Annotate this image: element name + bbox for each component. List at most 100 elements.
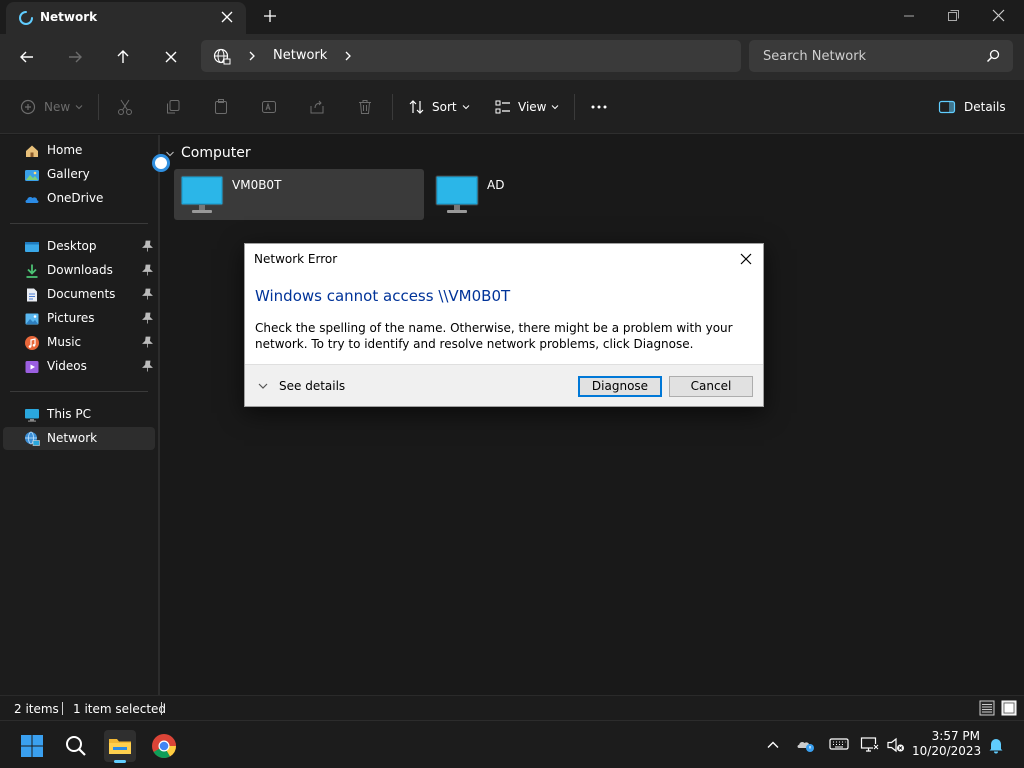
taskbar-chrome[interactable] <box>148 730 180 762</box>
sidebar-item-gallery[interactable]: Gallery <box>3 163 155 186</box>
window-close-icon[interactable] <box>988 6 1010 26</box>
sidebar-item-label: Desktop <box>47 239 97 253</box>
tab-network[interactable]: Network <box>6 2 246 34</box>
view-button[interactable]: View <box>494 96 560 118</box>
item-name: VM0B0T <box>232 178 282 192</box>
network-error-dialog: Network Error Windows cannot access \\VM… <box>244 243 764 407</box>
onedrive-sync-icon[interactable] <box>796 736 816 754</box>
search-input[interactable] <box>749 40 979 72</box>
more-icon <box>591 105 607 109</box>
tiles-view-icon[interactable] <box>1001 700 1017 716</box>
sort-button[interactable]: Sort <box>408 96 471 118</box>
search-box[interactable] <box>749 40 1013 72</box>
home-icon <box>26 145 38 157</box>
view-icon <box>495 100 510 114</box>
new-button[interactable]: New <box>20 96 84 118</box>
dialog-message: Check the spelling of the name. Otherwis… <box>255 321 733 351</box>
details-view-icon[interactable] <box>979 700 995 716</box>
notifications-bell-icon[interactable] <box>987 736 1005 754</box>
details-pane-icon <box>938 100 956 114</box>
network-computer-item[interactable]: VM0B0T <box>174 169 424 220</box>
pin-icon[interactable] <box>142 288 153 300</box>
address-bar[interactable]: Network <box>201 40 741 72</box>
up-button[interactable] <box>112 46 134 68</box>
start-button[interactable] <box>16 730 48 762</box>
sidebar-item-desktop[interactable]: Desktop <box>3 235 155 258</box>
see-details-toggle[interactable]: See details <box>257 379 345 393</box>
restore-icon[interactable] <box>942 6 964 26</box>
cut-button[interactable] <box>116 96 134 118</box>
taskbar-search-button[interactable] <box>60 730 92 762</box>
sidebar-item-network[interactable]: Network <box>3 427 155 450</box>
divider <box>62 702 63 715</box>
stop-button[interactable] <box>160 46 182 68</box>
new-tab-icon[interactable] <box>262 8 278 24</box>
downloads-icon <box>26 264 38 278</box>
busy-cursor-icon <box>152 154 170 172</box>
cut-icon <box>118 99 132 115</box>
sidebar-item-label: Gallery <box>47 167 90 181</box>
cancel-button[interactable]: Cancel <box>669 376 753 397</box>
divider <box>161 702 162 715</box>
copy-button[interactable] <box>164 96 182 118</box>
sidebar-item-label: OneDrive <box>47 191 104 205</box>
pin-icon[interactable] <box>142 336 153 348</box>
loading-spinner-icon <box>18 10 34 26</box>
dialog-footer: See details Diagnose Cancel <box>245 364 763 406</box>
divider <box>10 223 148 224</box>
chrome-icon <box>152 734 176 759</box>
forward-button[interactable] <box>64 46 86 68</box>
breadcrumb-network[interactable]: Network <box>273 48 327 63</box>
paste-button[interactable] <box>212 96 230 118</box>
taskbar-file-explorer[interactable] <box>104 730 136 763</box>
navigation-pane: Home Gallery OneDrive Desktop Downloads … <box>0 135 158 695</box>
sidebar-item-music[interactable]: Music <box>3 331 155 354</box>
show-hidden-icons-chevron-icon[interactable] <box>766 738 780 752</box>
sidebar-item-videos[interactable]: Videos <box>3 355 155 378</box>
sidebar-item-label: Videos <box>47 359 87 373</box>
network-status-icon[interactable] <box>860 736 880 754</box>
back-button[interactable] <box>16 46 38 68</box>
active-indicator <box>114 760 126 763</box>
sidebar-item-this-pc[interactable]: This PC <box>3 403 155 426</box>
sidebar-item-onedrive[interactable]: OneDrive <box>3 187 155 210</box>
dialog-close-button[interactable] <box>733 248 759 270</box>
keyboard-icon[interactable] <box>829 736 849 752</box>
desktop-icon <box>25 242 39 252</box>
view-label: View <box>518 100 547 114</box>
clock[interactable]: 3:57 PM 10/20/2023 <box>912 729 981 759</box>
breadcrumb-chevron-icon[interactable] <box>343 50 353 62</box>
sidebar-item-home[interactable]: Home <box>3 139 155 162</box>
computer-monitor-icon <box>435 175 479 213</box>
sidebar-item-pictures[interactable]: Pictures <box>3 307 155 330</box>
pin-icon[interactable] <box>142 360 153 372</box>
pin-icon[interactable] <box>142 312 153 324</box>
diagnose-button[interactable]: Diagnose <box>578 376 662 397</box>
group-header-computer[interactable]: Computer <box>181 145 251 161</box>
divider <box>98 94 99 120</box>
network-globe-icon <box>213 48 231 66</box>
sidebar-item-documents[interactable]: Documents <box>3 283 155 306</box>
documents-icon <box>27 288 37 302</box>
pin-icon[interactable] <box>142 264 153 276</box>
close-icon <box>740 253 752 265</box>
volume-muted-icon[interactable] <box>886 736 906 754</box>
share-button[interactable] <box>308 96 326 118</box>
network-computer-item[interactable]: AD <box>429 169 679 220</box>
sidebar-item-downloads[interactable]: Downloads <box>3 259 155 282</box>
folder-icon <box>109 739 131 754</box>
pin-icon[interactable] <box>142 240 153 252</box>
copy-icon <box>167 100 180 114</box>
minimize-icon[interactable] <box>898 6 920 26</box>
trash-icon <box>359 100 371 114</box>
rename-button[interactable] <box>260 96 278 118</box>
tab-close-icon[interactable] <box>220 10 234 24</box>
more-options-button[interactable] <box>590 96 608 118</box>
sidebar-item-label: Network <box>47 431 98 445</box>
search-icon[interactable] <box>986 49 1000 63</box>
dialog-heading: Windows cannot access \\VM0B0T <box>255 287 511 305</box>
delete-button[interactable] <box>356 96 374 118</box>
new-label: New <box>44 100 71 114</box>
details-button[interactable]: Details <box>938 96 1006 118</box>
breadcrumb-chevron-icon[interactable] <box>247 50 257 62</box>
